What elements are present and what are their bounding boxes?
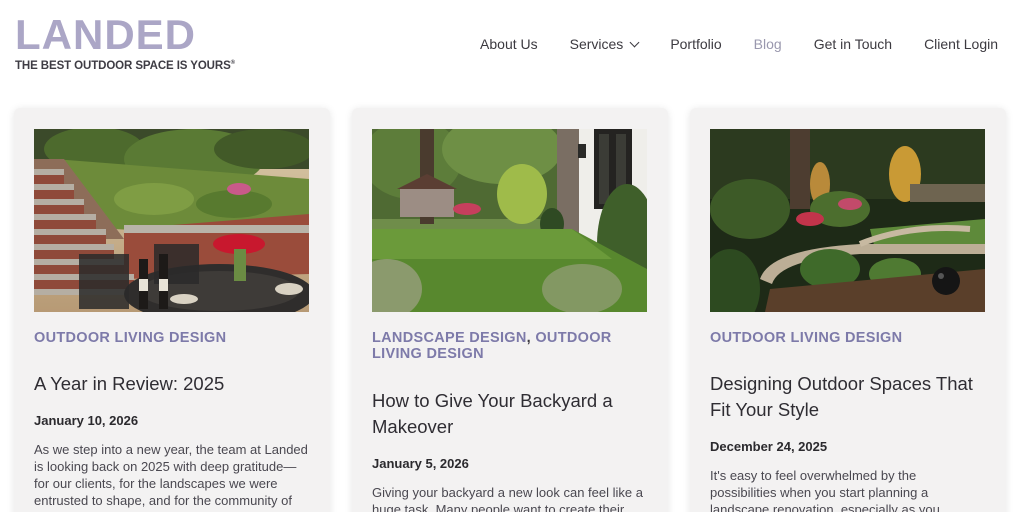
category-link[interactable]: OUTDOOR LIVING DESIGN (710, 330, 902, 346)
logo-tagline: THE BEST OUTDOOR SPACE IS YOURS® (15, 56, 235, 73)
post-title[interactable]: Designing Outdoor Spaces That Fit Your S… (710, 371, 986, 423)
post-date: January 5, 2026 (372, 456, 469, 471)
night-garden-lighting-image[interactable] (710, 129, 985, 312)
main-nav: About Us Services Portfolio Blog Get in … (448, 36, 998, 52)
blog-post-grid: OUTDOOR LIVING DESIGN A Year in Review: … (0, 96, 1024, 512)
post-categories: LANDSCAPE DESIGN, OUTDOOR LIVING DESIGN (372, 330, 648, 362)
nav-get-in-touch[interactable]: Get in Touch (814, 36, 892, 52)
trademark-symbol: ® (230, 60, 235, 66)
blog-card[interactable]: OUTDOOR LIVING DESIGN Designing Outdoor … (690, 108, 1006, 512)
logo-tagline-text: THE BEST OUTDOOR SPACE IS YOURS (15, 59, 231, 72)
logo-wordmark: LANDED (15, 11, 196, 58)
post-date: December 24, 2025 (710, 439, 828, 454)
patio-stone-steps-image[interactable] (34, 129, 309, 312)
nav-about-us-label: About Us (480, 36, 538, 52)
post-excerpt: It's easy to feel overwhelmed by the pos… (710, 468, 940, 512)
post-title[interactable]: A Year in Review: 2025 (34, 371, 310, 397)
category-link[interactable]: LANDSCAPE DESIGN (372, 330, 527, 346)
post-excerpt: As we step into a new year, the team at … (34, 442, 308, 512)
post-date: January 10, 2026 (34, 413, 139, 428)
nav-about-us[interactable]: About Us (480, 36, 538, 52)
nav-services[interactable]: Services (569, 36, 640, 52)
post-title[interactable]: How to Give Your Backyard a Makeover (372, 388, 648, 440)
nav-portfolio[interactable]: Portfolio (670, 36, 721, 52)
backyard-lawn-image[interactable] (372, 129, 647, 312)
nav-services-label: Services (569, 36, 624, 52)
post-category[interactable]: OUTDOOR LIVING DESIGN (710, 330, 986, 346)
post-excerpt: Giving your backyard a new look can feel… (372, 485, 643, 512)
site-logo[interactable]: LANDED THE BEST OUTDOOR SPACE IS YOURS® (15, 14, 235, 73)
blog-card[interactable]: OUTDOOR LIVING DESIGN A Year in Review: … (14, 108, 330, 512)
nav-blog-label: Blog (753, 36, 782, 52)
site-header: LANDED THE BEST OUTDOOR SPACE IS YOURS® … (0, 0, 1024, 96)
nav-client-login[interactable]: Client Login (924, 36, 998, 52)
blog-card[interactable]: LANDSCAPE DESIGN, OUTDOOR LIVING DESIGN … (352, 108, 668, 512)
post-category[interactable]: OUTDOOR LIVING DESIGN (34, 330, 310, 346)
nav-portfolio-label: Portfolio (670, 36, 722, 52)
nav-get-in-touch-label: Get in Touch (813, 36, 893, 52)
nav-client-login-label: Client Login (924, 36, 998, 52)
category-separator: , (526, 330, 531, 346)
chevron-down-icon (629, 37, 640, 47)
category-link[interactable]: OUTDOOR LIVING DESIGN (34, 330, 226, 346)
nav-blog[interactable]: Blog (754, 36, 782, 52)
